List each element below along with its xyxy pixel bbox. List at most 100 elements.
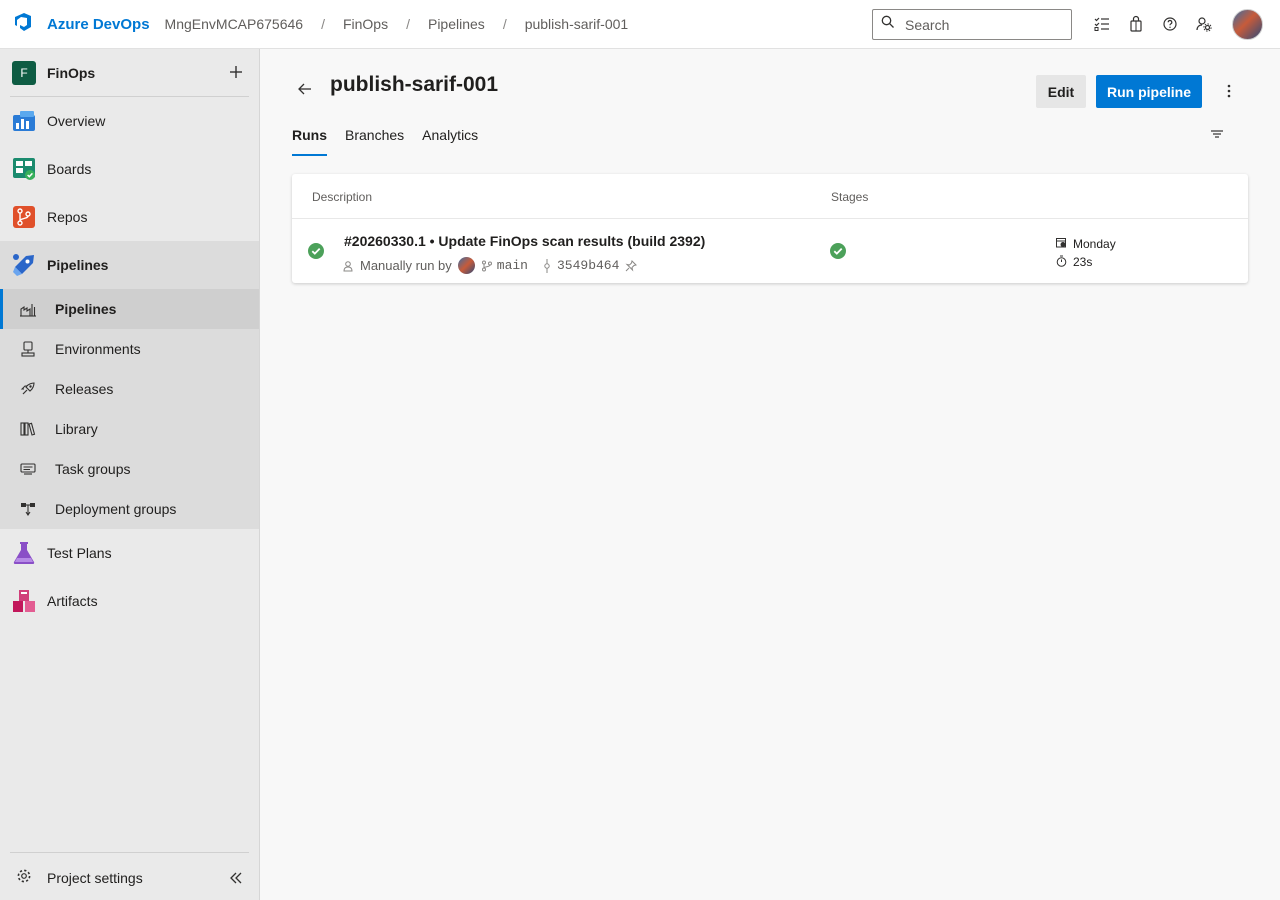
breadcrumb-separator: / [406,16,410,32]
sidebar-item-label: Repos [47,209,88,225]
sidebar-item-label: Library [55,421,98,437]
edit-button[interactable]: Edit [1036,75,1086,108]
more-options-icon[interactable] [1218,80,1240,102]
sidebar-item-artifacts[interactable]: Artifacts [0,577,259,625]
search-box[interactable] [872,9,1072,40]
sidebar-item-overview[interactable]: Overview [0,97,259,145]
marketplace-bag-icon[interactable] [1124,12,1148,36]
sidebar-item-label: Environments [55,341,141,357]
top-bar: Azure DevOps MngEnvMCAP675646 / FinOps /… [0,0,1280,49]
column-header-description: Description [312,190,373,204]
sidebar-item-label: Task groups [55,461,131,477]
run-user-avatar [457,257,475,274]
overview-icon [12,109,36,133]
pipelines-rocket-icon [16,297,40,321]
sidebar-item-label: Overview [47,113,106,129]
user-settings-icon[interactable] [1192,12,1216,36]
environments-icon [16,337,40,361]
column-header-stages: Stages [831,190,869,204]
artifacts-icon [12,589,36,613]
deployment-groups-icon [16,497,40,521]
search-icon [881,15,895,34]
top-icons [1090,12,1226,36]
run-date: Monday [1073,237,1116,251]
project-name: FinOps [47,64,96,81]
sidebar-item-test-plans[interactable]: Test Plans [0,529,259,577]
boards-icon [12,157,36,181]
sidebar-subitem-pipelines[interactable]: Pipelines [0,289,259,329]
stopwatch-icon [1056,255,1067,270]
filter-icon[interactable] [1208,125,1228,145]
sidebar-subitem-environments[interactable]: Environments [0,329,259,369]
project-settings-button[interactable]: Project settings [16,868,143,887]
project-settings-label: Project settings [47,869,143,886]
breadcrumb-separator: / [321,16,325,32]
success-check-icon [308,243,324,264]
pin-icon[interactable] [625,259,638,272]
sidebar-footer: Project settings [0,852,259,900]
tab-branches[interactable]: Branches [345,127,404,156]
breadcrumb-organization[interactable]: MngEnvMCAP675646 [161,16,308,32]
sidebar-item-label: Artifacts [47,593,98,609]
run-branch[interactable]: main [497,258,528,273]
run-commit[interactable]: 3549b464 [557,258,619,273]
project-header[interactable]: F FinOps [0,49,259,96]
breadcrumb-project[interactable]: FinOps [339,16,392,32]
add-icon[interactable] [226,62,246,82]
search-input[interactable] [903,15,1063,34]
main-content: publish-sarif-001 Edit Run pipeline Runs… [260,49,1280,900]
breadcrumb-pipelines[interactable]: Pipelines [424,16,489,32]
run-meta: Manually run by main 3549b464 [342,257,638,274]
sidebar-divider [10,852,249,853]
sidebar-item-pipelines[interactable]: Pipelines [0,241,259,289]
table-row[interactable]: #20260330.1 • Update FinOps scan results… [292,219,1248,282]
sidebar-subitem-releases[interactable]: Releases [0,369,259,409]
collapse-sidebar-icon[interactable] [226,868,246,888]
commit-icon [542,258,552,273]
azure-devops-logo-icon [13,11,35,38]
branch-icon [481,260,493,272]
tab-runs[interactable]: Runs [292,127,327,156]
run-duration: 23s [1073,255,1093,269]
tab-analytics[interactable]: Analytics [422,127,478,156]
back-arrow-icon[interactable] [293,77,317,101]
calendar-icon [1056,237,1067,251]
releases-icon [16,377,40,401]
tab-bar: Runs Branches Analytics [292,127,496,156]
help-icon[interactable] [1158,12,1182,36]
brand-name: Azure DevOps [47,15,150,33]
breadcrumb-separator: / [502,16,507,32]
pipelines-icon [12,253,36,277]
stage-success-icon[interactable] [830,243,846,264]
sidebar-item-label: Pipelines [47,257,109,273]
sidebar-item-label: Releases [55,381,114,397]
sidebar-item-label: Pipelines [55,301,117,317]
breadcrumb-pipeline[interactable]: publish-sarif-001 [521,16,633,32]
project-badge: F [12,60,36,85]
run-pipeline-button[interactable]: Run pipeline [1096,75,1202,108]
sidebar-subitem-deployment-groups[interactable]: Deployment groups [0,489,259,529]
sidebar-subitem-library[interactable]: Library [0,409,259,449]
run-timing: Monday 23s [1056,235,1116,271]
run-trigger: Manually run by [360,258,452,273]
run-title[interactable]: #20260330.1 • Update FinOps scan results… [344,233,705,249]
sidebar-item-label: Test Plans [47,545,112,561]
work-items-icon[interactable] [1090,12,1114,36]
sidebar-item-boards[interactable]: Boards [0,145,259,193]
sidebar-subitem-task-groups[interactable]: Task groups [0,449,259,489]
brand[interactable]: Azure DevOps [13,11,150,38]
test-plans-icon [12,541,36,565]
table-header: Description Stages [292,174,1248,219]
task-groups-icon [16,457,40,481]
sidebar-item-repos[interactable]: Repos [0,193,259,241]
user-avatar[interactable] [1232,9,1263,40]
runs-table: Description Stages #20260330.1 • Update … [292,174,1248,283]
person-icon [342,260,354,272]
breadcrumb: MngEnvMCAP675646 / FinOps / Pipelines / … [161,16,633,32]
page-title: publish-sarif-001 [330,73,499,96]
sidebar-group-pipelines: Pipelines Pipelines Environments Release… [0,241,259,529]
repos-icon [12,205,36,229]
sidebar: F FinOps Overview Boards Repos Pipelines [0,49,260,900]
sidebar-item-label: Deployment groups [55,501,177,517]
sidebar-item-label: Boards [47,161,92,177]
